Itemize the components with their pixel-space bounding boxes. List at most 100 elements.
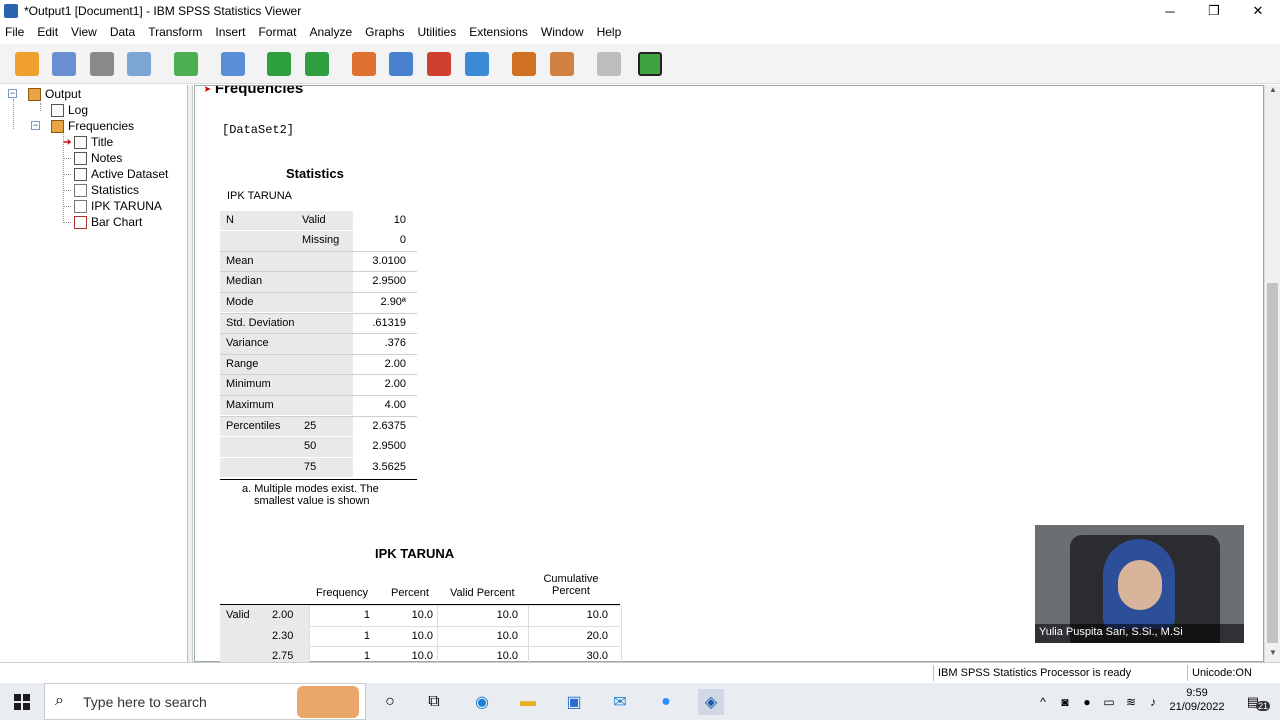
menu-file[interactable]: File [0, 25, 32, 39]
menu-edit[interactable]: Edit [32, 25, 66, 39]
statistic-value: 0 [399, 234, 406, 247]
tree-item-active-dataset[interactable]: Active Dataset [74, 166, 168, 182]
menu-graphs[interactable]: Graphs [360, 25, 412, 39]
statistic-label: 50 [304, 440, 317, 453]
statistic-value: 2.9500 [372, 275, 406, 288]
statistics-row: Range 2.00 [220, 353, 417, 375]
taskbar-clock[interactable]: 9:59 21/09/2022 [1166, 686, 1228, 714]
scroll-thumb[interactable] [1267, 283, 1278, 643]
variables-button[interactable] [462, 49, 492, 79]
collapse-output-button[interactable]: − [8, 89, 17, 98]
goto-variable-button[interactable] [424, 49, 454, 79]
insert-output-icon [512, 52, 536, 76]
current-item-arrow-icon: ➔ [63, 137, 72, 148]
menu-window[interactable]: Window [536, 25, 592, 39]
undo-button[interactable] [264, 49, 294, 79]
frequency-cell-group: Valid [226, 609, 250, 621]
participant-name: Yulia Puspita Sari, S.Si., M.Si [1039, 626, 1183, 638]
close-button[interactable]: ✕ [1236, 0, 1280, 22]
frequency-row: Valid 2.00 1 10.0 10.0 10.0 [220, 605, 622, 626]
menu-utilities[interactable]: Utilities [413, 25, 465, 39]
cortana-icon[interactable]: ○ [377, 689, 403, 715]
tree-item-bar-chart[interactable]: Bar Chart [74, 214, 142, 230]
unicode-status: Unicode:ON [1187, 665, 1267, 681]
spss-taskbar-icon[interactable]: ◈ [698, 689, 724, 715]
status-bar: IBM SPSS Statistics Processor is ready U… [0, 662, 1280, 682]
window-title: *Output1 [Document1] - IBM SPSS Statisti… [24, 4, 302, 18]
print-button[interactable] [87, 49, 117, 79]
scroll-up-icon[interactable]: ▲ [1265, 85, 1280, 99]
undo-icon [267, 52, 291, 76]
menu-analyze[interactable]: Analyze [304, 25, 360, 39]
statistic-value: .376 [384, 337, 406, 350]
goto-data-button[interactable] [349, 49, 379, 79]
taskbar-search-box[interactable]: ⌕ Type here to search [44, 683, 366, 720]
menu-extensions[interactable]: Extensions [464, 25, 536, 39]
menu-insert[interactable]: Insert [210, 25, 253, 39]
statistic-value: 2.6375 [372, 419, 406, 432]
spss-app-icon [4, 4, 18, 18]
mail-icon[interactable]: ✉ [607, 689, 633, 715]
frequency-cell-valid: 10.0 [496, 609, 518, 621]
menu-transform[interactable]: Transform [143, 25, 210, 39]
minimize-button[interactable]: ─ [1148, 0, 1192, 22]
header-frequency: Frequency [316, 587, 368, 599]
restore-button[interactable]: ❐ [1192, 0, 1236, 22]
notes-icon [74, 151, 87, 165]
output-book-icon [28, 87, 41, 101]
open-button[interactable] [12, 49, 42, 79]
designate-window-button[interactable] [547, 49, 577, 79]
redo-button[interactable] [302, 49, 332, 79]
file-explorer-icon[interactable]: ▬ [515, 689, 541, 715]
edge-browser-icon[interactable]: ◉ [469, 689, 495, 715]
tree-item-output[interactable]: Output [28, 86, 81, 102]
tree-item-ipk-taruna[interactable]: IPK TARUNA [74, 198, 162, 214]
title-bar: *Output1 [Document1] - IBM SPSS Statisti… [0, 0, 1280, 22]
menu-help[interactable]: Help [592, 25, 630, 39]
statistic-label: Minimum [226, 378, 271, 391]
menu-view[interactable]: View [66, 25, 105, 39]
export-button[interactable] [171, 49, 201, 79]
pane-splitter[interactable] [188, 85, 193, 662]
open-icon [15, 52, 39, 76]
tree-item-label: Output [45, 87, 82, 101]
statistic-label: 25 [304, 419, 317, 432]
insert-output-button[interactable] [509, 49, 539, 79]
goto-case-button[interactable] [386, 49, 416, 79]
task-view-icon[interactable]: ⧉ [421, 689, 447, 715]
statistics-table-icon [74, 183, 87, 197]
menu-format[interactable]: Format [253, 25, 304, 39]
tree-item-frequencies[interactable]: Frequencies [51, 118, 134, 134]
tree-item-notes[interactable]: Notes [74, 150, 122, 166]
vertical-scrollbar[interactable]: ▲ ▼ [1264, 85, 1280, 662]
processor-status: IBM SPSS Statistics Processor is ready [933, 665, 1183, 681]
tree-item-log[interactable]: Log [51, 102, 88, 118]
save-button[interactable] [49, 49, 79, 79]
frequencies-book-icon [51, 119, 64, 133]
frequency-cell-cum: 30.0 [586, 650, 608, 663]
windows-start-icon[interactable] [9, 689, 35, 715]
statistics-row: Std. Deviation .61319 [220, 312, 417, 334]
recall-dialog-button[interactable] [218, 49, 248, 79]
statistics-row: Mode 2.90ª [220, 291, 417, 313]
zoom-icon[interactable]: ● [653, 689, 679, 715]
tray-volume-icon[interactable]: ♪ [1140, 689, 1166, 715]
statistic-value: 3.0100 [372, 254, 406, 267]
print-preview-button[interactable] [124, 49, 154, 79]
add-button[interactable] [635, 49, 665, 79]
save-icon [52, 52, 76, 76]
microsoft-store-icon[interactable]: ▣ [561, 689, 587, 715]
statistics-row: Missing 0 [220, 230, 417, 251]
disabled-button[interactable] [594, 49, 624, 79]
tree-item-label: Notes [91, 151, 123, 165]
menu-data[interactable]: Data [105, 25, 143, 39]
tree-item-title[interactable]: Title [74, 134, 113, 150]
header-percent: Percent [391, 587, 429, 599]
statistic-value: 2.90ª [380, 295, 406, 308]
collapse-frequencies-button[interactable]: − [31, 121, 40, 130]
statistic-label: Missing [302, 234, 340, 247]
statistics-table-title: Statistics [286, 166, 344, 181]
frequency-cell-pct: 10.0 [411, 629, 433, 642]
tree-item-statistics[interactable]: Statistics [74, 182, 139, 198]
scroll-down-icon[interactable]: ▼ [1265, 648, 1280, 662]
